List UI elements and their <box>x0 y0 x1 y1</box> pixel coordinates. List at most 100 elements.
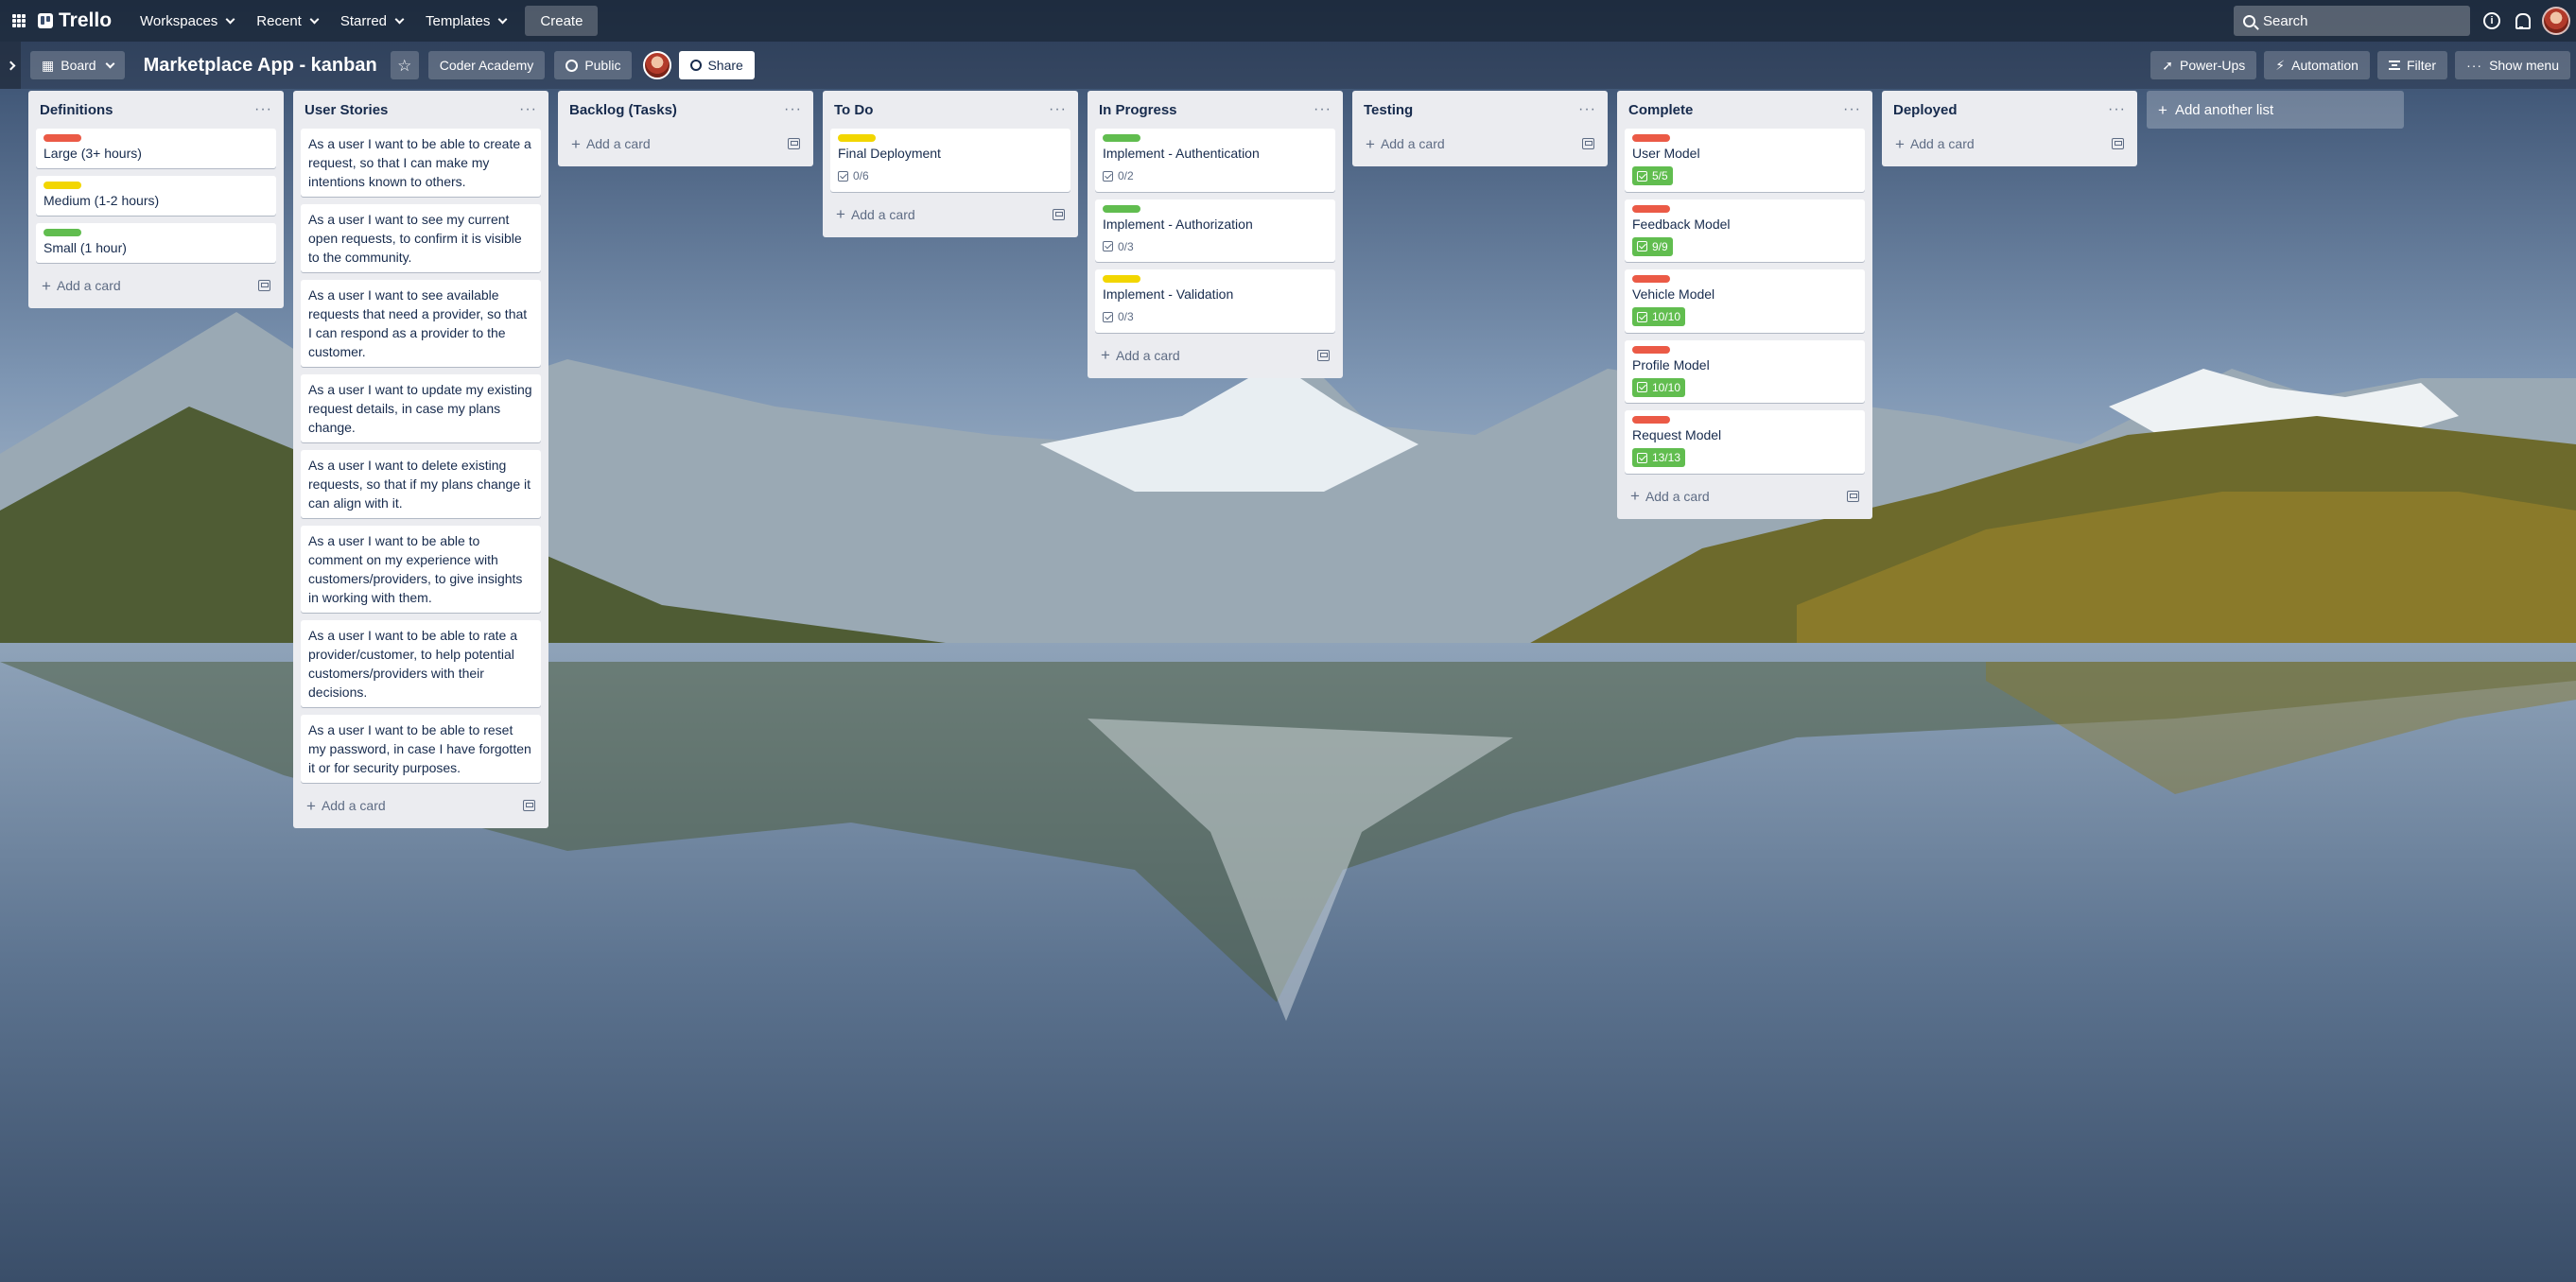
add-card-button[interactable]: + Add a card <box>836 206 915 222</box>
card[interactable]: Medium (1-2 hours) <box>36 176 276 216</box>
card[interactable]: As a user I want to delete existing requ… <box>301 450 541 518</box>
filter-button[interactable]: Filter <box>2376 51 2448 79</box>
add-card-button[interactable]: + Add a card <box>306 798 386 814</box>
card[interactable]: Implement - Authentication 0/2 <box>1095 129 1335 192</box>
list-header: Complete ··· <box>1625 91 1865 129</box>
list-header: Backlog (Tasks) ··· <box>566 91 806 129</box>
card-label-red[interactable] <box>1632 416 1670 424</box>
card[interactable]: Large (3+ hours) <box>36 129 276 168</box>
list-title[interactable]: Complete <box>1628 102 1693 118</box>
add-card-button[interactable]: + Add a card <box>571 136 651 152</box>
card[interactable]: As a user I want to be able to rate a pr… <box>301 620 541 707</box>
card[interactable]: As a user I want to see my current open … <box>301 204 541 272</box>
list-actions-more-icon[interactable]: ··· <box>1049 102 1067 117</box>
card[interactable]: User Model 5/5 <box>1625 129 1865 192</box>
create-from-template-icon[interactable] <box>1317 349 1330 361</box>
card-label-green[interactable] <box>1103 134 1140 142</box>
card-label-green[interactable] <box>1103 204 1140 213</box>
list-title[interactable]: User Stories <box>305 102 388 118</box>
create-from-template-icon[interactable] <box>2112 138 2124 149</box>
star-board-button[interactable]: ☆ <box>390 51 419 79</box>
board-view-switcher[interactable]: ▦ Board <box>30 51 125 79</box>
card-label-red[interactable] <box>1632 345 1670 354</box>
trello-logo[interactable]: Trello <box>38 9 112 32</box>
card-label-red[interactable] <box>44 134 81 142</box>
card[interactable]: Implement - Validation 0/3 <box>1095 269 1335 333</box>
list-actions-more-icon[interactable]: ··· <box>784 102 802 117</box>
add-card-row: + Add a card <box>36 270 276 301</box>
workspace-button[interactable]: Coder Academy <box>427 51 546 79</box>
card[interactable]: Final Deployment 0/6 <box>830 129 1070 192</box>
app-switcher-icon[interactable] <box>0 0 38 42</box>
add-card-button[interactable]: + Add a card <box>1366 136 1445 152</box>
nav-recent-menu[interactable]: Recent <box>245 6 329 36</box>
card-label-green[interactable] <box>44 229 81 236</box>
checklist-icon <box>1637 311 1647 322</box>
card-label-red[interactable] <box>1632 275 1670 283</box>
list-title[interactable]: Backlog (Tasks) <box>569 102 677 118</box>
list-actions-more-icon[interactable]: ··· <box>1578 102 1596 117</box>
power-ups-button[interactable]: ➚ Power-Ups <box>2150 51 2257 79</box>
add-card-label: Add a card <box>850 206 915 222</box>
list-title[interactable]: Testing <box>1364 102 1413 118</box>
card[interactable]: Profile Model 10/10 <box>1625 339 1865 403</box>
search-icon <box>2243 14 2255 27</box>
list-actions-more-icon[interactable]: ··· <box>2108 102 2126 117</box>
card[interactable]: Feedback Model 9/9 <box>1625 199 1865 262</box>
card[interactable]: As a user I want to be able to create a … <box>301 129 541 197</box>
list-actions-more-icon[interactable]: ··· <box>1843 102 1861 117</box>
nav-starred-menu[interactable]: Starred <box>329 6 414 36</box>
list-actions-more-icon[interactable]: ··· <box>1314 102 1332 117</box>
create-from-template-icon[interactable] <box>258 280 270 291</box>
card-label-yellow[interactable] <box>838 134 876 142</box>
card[interactable]: Request Model 13/13 <box>1625 410 1865 474</box>
share-button[interactable]: Share <box>679 51 755 79</box>
member-avatar[interactable] <box>643 51 672 79</box>
nav-templates-menu[interactable]: Templates <box>414 6 517 36</box>
card-label-red[interactable] <box>1632 204 1670 213</box>
list-title[interactable]: Deployed <box>1893 102 1958 118</box>
board-title[interactable]: Marketplace App - kanban <box>144 55 377 77</box>
add-card-button[interactable]: + Add a card <box>1895 136 1975 152</box>
create-button[interactable]: Create <box>525 6 599 36</box>
nav-templates-label: Templates <box>426 12 491 29</box>
card[interactable]: Implement - Authorization 0/3 <box>1095 199 1335 262</box>
user-avatar[interactable] <box>2542 7 2570 35</box>
plus-icon: + <box>1630 487 1640 505</box>
create-from-template-icon[interactable] <box>1053 208 1065 220</box>
card-label-red[interactable] <box>1632 134 1670 142</box>
add-card-button[interactable]: + Add a card <box>1101 347 1180 363</box>
create-from-template-icon[interactable] <box>788 138 800 149</box>
list-actions-more-icon[interactable]: ··· <box>254 102 272 117</box>
card[interactable]: As a user I want to be able to comment o… <box>301 526 541 613</box>
list-user-stories: User Stories ··· As a user I want to be ab… <box>293 91 548 828</box>
card[interactable]: As a user I want to see available reques… <box>301 280 541 367</box>
plus-icon: + <box>836 205 845 223</box>
card[interactable]: Vehicle Model 10/10 <box>1625 269 1865 333</box>
create-from-template-icon[interactable] <box>523 800 535 811</box>
add-card-button[interactable]: + Add a card <box>42 278 121 294</box>
search-input[interactable]: Search <box>2234 6 2470 36</box>
card-label-yellow[interactable] <box>1103 275 1140 283</box>
list-title[interactable]: To Do <box>834 102 873 118</box>
nav-workspaces-menu[interactable]: Workspaces <box>129 6 245 36</box>
create-from-template-icon[interactable] <box>1847 490 1859 502</box>
add-card-button[interactable]: + Add a card <box>1630 488 1710 504</box>
list-actions-more-icon[interactable]: ··· <box>519 102 537 117</box>
card[interactable]: As a user I want to be able to reset my … <box>301 715 541 783</box>
info-icon[interactable]: i <box>2483 12 2500 29</box>
list-title[interactable]: Definitions <box>40 102 113 118</box>
card[interactable]: Small (1 hour) <box>36 223 276 263</box>
automation-button[interactable]: ⚡ Automation <box>2264 51 2370 79</box>
create-from-template-icon[interactable] <box>1582 138 1594 149</box>
visibility-button[interactable]: Public <box>554 51 633 79</box>
card-title: As a user I want to be able to create a … <box>308 136 531 189</box>
show-menu-button[interactable]: ··· Show menu <box>2455 51 2570 79</box>
list-title[interactable]: In Progress <box>1099 102 1177 118</box>
add-another-list-button[interactable]: + Add another list <box>2147 91 2404 129</box>
card-label-yellow[interactable] <box>44 182 81 189</box>
card[interactable]: As a user I want to update my existing r… <box>301 374 541 442</box>
sidebar-expand-toggle[interactable] <box>0 42 21 89</box>
notifications-bell-icon[interactable] <box>2514 12 2531 29</box>
share-label: Share <box>707 58 743 73</box>
